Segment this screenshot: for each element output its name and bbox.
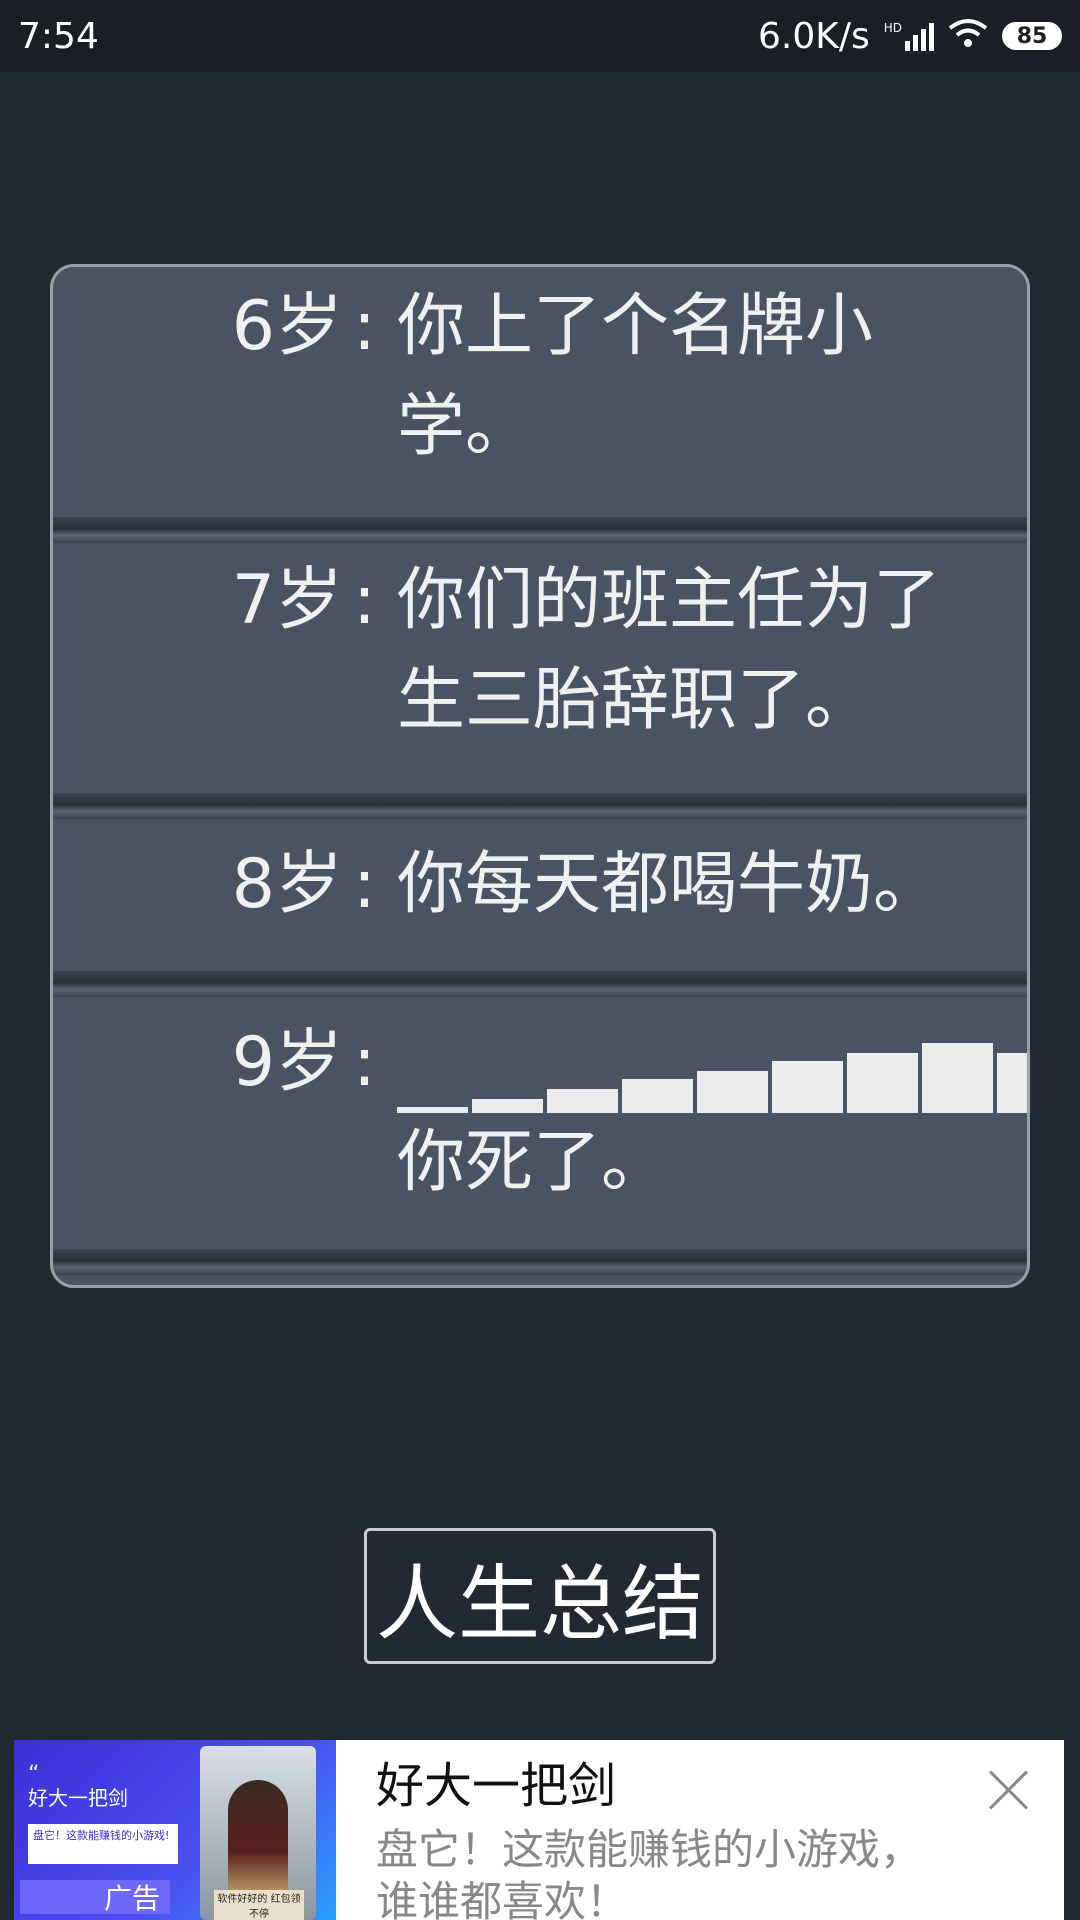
ad-description: 盘它！这款能赚钱的小游戏，谁谁都喜欢！ <box>376 1825 923 1920</box>
battery-icon: 85 <box>1002 22 1062 50</box>
bar-step <box>922 1043 993 1113</box>
ad-image[interactable]: “ 好大一把剑 盘它！这款能赚钱的小游戏! 广告 软件好好的 红包领不停 <box>14 1740 336 1920</box>
bar-step <box>772 1061 843 1113</box>
timeline-colon: : <box>353 845 376 924</box>
timeline-row: 8岁 : 你每天都喝牛奶。 <box>53 819 1027 971</box>
timeline-content: 你死了。 <box>373 1013 1027 1249</box>
timeline-text: 你上了个名牌小学。 <box>397 287 874 466</box>
timeline-row: 6岁 : 你上了个名牌小学。 <box>53 267 1027 517</box>
close-icon[interactable] <box>988 1770 1028 1810</box>
row-divider <box>53 793 1027 819</box>
status-time: 7:54 <box>18 15 99 57</box>
signal-icon: HD <box>884 21 934 51</box>
death-bars-graphic <box>397 1013 1027 1113</box>
bar-step <box>472 1099 543 1113</box>
ad-badge: 广告 <box>20 1880 170 1915</box>
life-timeline-panel: 6岁 : 你上了个名牌小学。 7岁 : 你们的班主任为了生三胎辞职了。 8岁 :… <box>50 264 1030 1288</box>
ad-image-title: 好大一把剑 <box>28 1786 128 1810</box>
hd-label: HD <box>883 21 902 35</box>
ad-banner[interactable]: “ 好大一把剑 盘它！这款能赚钱的小游戏! 广告 软件好好的 红包领不停 好大一… <box>14 1740 1064 1920</box>
timeline-colon: : <box>353 561 376 640</box>
timeline-age: 7岁 <box>231 561 343 640</box>
row-divider <box>53 517 1027 543</box>
ad-person-graphic <box>228 1780 288 1900</box>
ad-title: 好大一把剑 <box>376 1758 617 1814</box>
wifi-icon <box>948 16 988 57</box>
timeline-age: 6岁 <box>231 287 343 366</box>
timeline-age: 9岁 <box>231 1023 343 1102</box>
life-summary-button[interactable]: 人生总结 <box>364 1528 716 1664</box>
timeline-text: 你每天都喝牛奶。 <box>397 845 942 924</box>
bar-step <box>547 1089 618 1113</box>
timeline-text: 你死了。 <box>397 1123 670 1202</box>
row-divider <box>53 1249 1027 1275</box>
timeline-colon: : <box>353 1023 376 1102</box>
row-divider <box>53 971 1027 997</box>
status-icons: 6.0K/s HD 85 <box>758 16 1062 57</box>
ad-image-subtitle: 盘它！这款能赚钱的小游戏! <box>28 1824 178 1864</box>
status-bar: 7:54 6.0K/s HD 85 <box>0 0 1080 72</box>
network-speed: 6.0K/s <box>757 15 870 57</box>
bar-step <box>847 1053 918 1113</box>
timeline-colon: : <box>353 287 376 366</box>
timeline-text: 你们的班主任为了生三胎辞职了。 <box>397 561 942 740</box>
ad-image-caption: 软件好好的 红包领不停 <box>214 1890 304 1920</box>
bar-step <box>697 1071 768 1113</box>
bar-step <box>622 1079 693 1113</box>
ad-body[interactable]: 好大一把剑 盘它！这款能赚钱的小游戏，谁谁都喜欢！ <box>336 1740 1064 1920</box>
bar-step <box>997 1053 1027 1113</box>
timeline-row: 9岁 : 你死了。 <box>53 997 1027 1249</box>
timeline-row: 7岁 : 你们的班主任为了生三胎辞职了。 <box>53 543 1027 793</box>
timeline-age: 8岁 <box>231 845 343 924</box>
